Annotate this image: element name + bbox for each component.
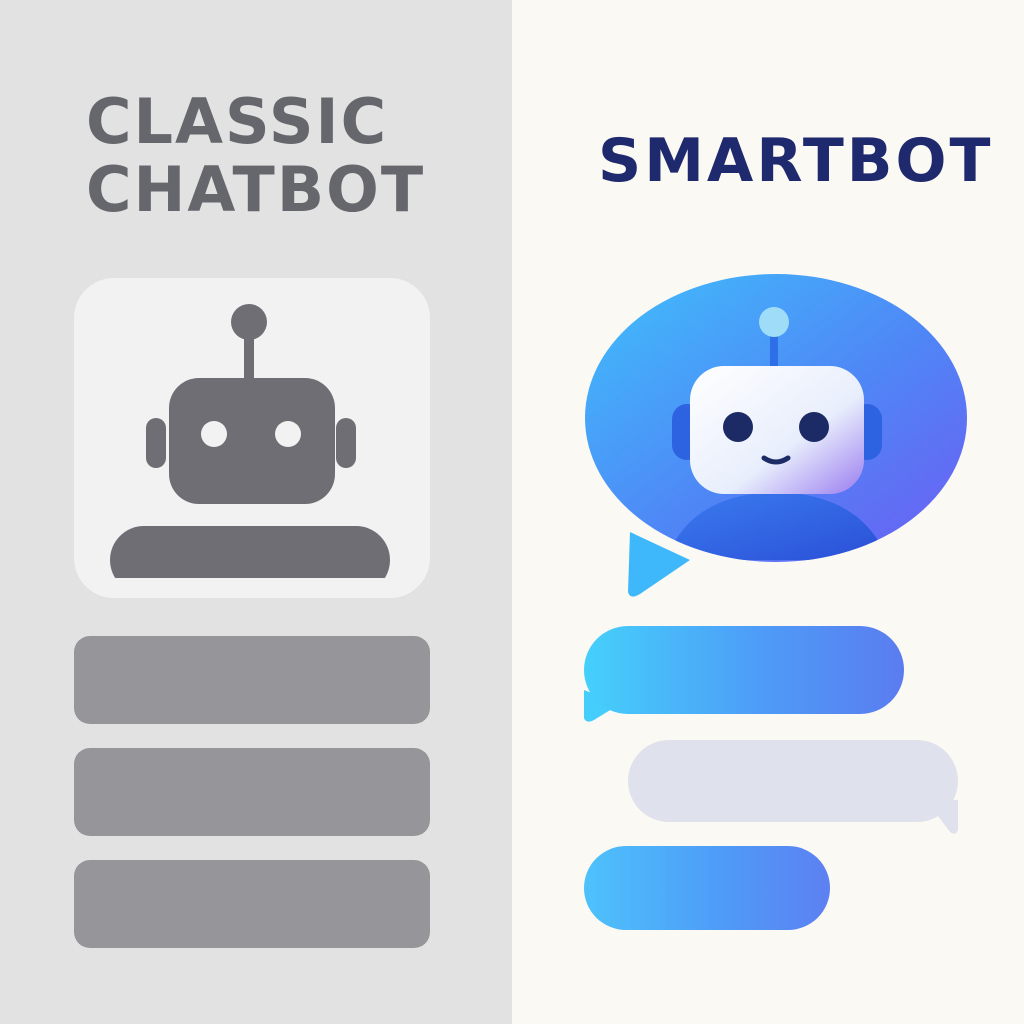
smart-message-bubble: [584, 846, 830, 930]
classic-message-bar: [74, 860, 430, 948]
smartbot-title: SMARTBOT: [598, 126, 994, 196]
classic-title-line-1: CLASSIC: [86, 85, 389, 158]
classic-chatbot-title: CLASSIC CHATBOT: [86, 88, 425, 224]
classic-title-line-2: CHATBOT: [86, 153, 426, 226]
classic-message-bar: [74, 748, 430, 836]
classic-bot-card: [74, 278, 430, 598]
robot-icon: [110, 304, 390, 578]
reply-message-bubble: [628, 740, 958, 822]
smart-message-bubble: [584, 626, 904, 714]
classic-message-bar: [74, 636, 430, 724]
robot-chat-bubble-icon: [585, 274, 967, 597]
